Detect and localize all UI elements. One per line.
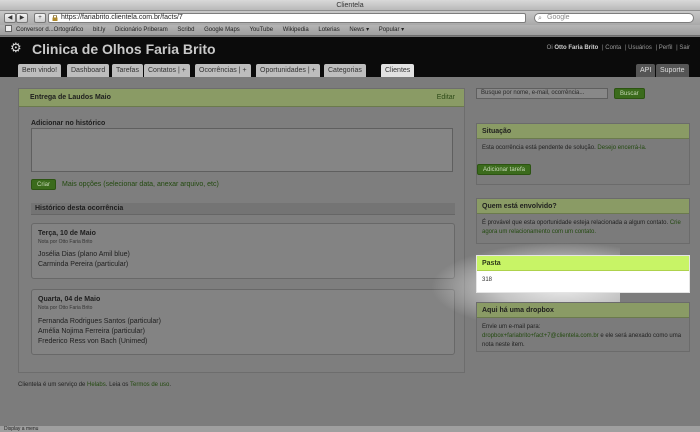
browser-search-placeholder: Google [547,14,570,21]
involved-title: Quem está envolvido? [477,199,689,214]
sidebar-search-placeholder: Busque por nome, e-mail, ocorrência... [481,90,585,96]
edit-link[interactable]: Editar [437,94,455,101]
involved-body: É provável que esta oportunidade esteja … [477,214,689,242]
involved-box: Quem está envolvido? É provável que esta… [476,198,690,244]
browser-search-input[interactable]: ⌕ Google [534,13,694,23]
footer-text: . Leia os [105,382,129,388]
dropbox-body: Envie um e-mail para: dropbox+fariabrito… [477,318,689,355]
bookmark-item[interactable]: Wikipedia [283,25,309,35]
logout-link[interactable]: | Sair [676,45,690,51]
dropbox-email-link[interactable]: dropbox+fariabrito+fact+7@clientela.com.… [482,333,599,339]
bookmark-item[interactable]: Conversor d...Ortográfico [16,25,83,35]
tab-tasks[interactable]: Tarefas [112,64,143,77]
bookmark-item[interactable]: News ▾ [349,25,369,35]
more-options-link[interactable]: Mais opções (selecionar data, anexar arq… [62,181,219,188]
situation-text: Esta ocorrência está pendente de solução… [482,145,596,151]
window-title-bar: Clientela [0,0,700,11]
back-button[interactable]: ◀ [4,13,16,23]
add-bookmark-button[interactable]: + [34,13,46,23]
add-history-label: Adicionar no histórico [31,120,106,127]
helabs-link[interactable]: Helabs [87,382,106,388]
history-entry: Terça, 10 de Maio Nota por Otto Faria Br… [31,223,455,279]
user-name-link[interactable]: Otto Faria Brito [554,45,598,51]
page-content: Entrega de Laudos Maio Editar Adicionar … [0,77,700,426]
search-icon: ⌕ [538,15,542,22]
greeting-prefix: Oi [546,45,553,51]
occurrence-header: Entrega de Laudos Maio Editar [19,89,464,107]
bookmark-item[interactable]: Loterias [318,25,339,35]
bookmark-item[interactable]: Scribd [177,25,194,35]
user-links: Oi Otto Faria Brito | Conta | Usuários |… [545,45,690,51]
app-title: Clinica de Olhos Faria Brito [32,41,216,57]
history-entry-line: Josélia Dias (plano Amil blue) [38,251,130,258]
occurrence-title: Entrega de Laudos Maio [30,94,111,101]
bookmarks-bar: Conversor d...Ortográfico bit.ly Dicioná… [0,25,700,36]
bookmark-item[interactable]: YouTube [249,25,273,35]
bookmark-item[interactable]: Popular ▾ [379,25,404,35]
history-entry-author: Nota por Otto Faria Brito [38,239,93,245]
tab-contacts[interactable]: Contatos | + [144,64,190,77]
history-textarea[interactable] [31,128,453,172]
bookmark-item[interactable]: bit.ly [93,25,105,35]
window-title: Clientela [336,2,364,9]
tab-dashboard[interactable]: Dashboard [67,64,110,77]
gear-icon: ⚙ [10,40,22,55]
app-header: ⚙ Clinica de Olhos Faria Brito Oi Otto F… [0,37,700,77]
create-button[interactable]: Criar [31,179,56,190]
tab-clients[interactable]: Clientes [381,64,415,77]
history-entry-line: Frederico Ress von Bach (Unimed) [38,338,148,345]
history-entry-line: Amélia Nojima Ferreira (particular) [38,328,145,335]
dropbox-text: Envie um e-mail para: [482,324,541,330]
folder-value: 318 [482,277,493,283]
close-occurrence-link[interactable]: Desejo encerrá-la. [597,145,646,151]
history-entry: Quarta, 04 de Maio Nota por Otto Faria B… [31,289,455,355]
history-entry-author: Nota por Otto Faria Brito [38,305,93,311]
folder-box: Pasta 318 [476,255,690,293]
occurrence-card: Entrega de Laudos Maio Editar Adicionar … [18,88,465,373]
add-task-button[interactable]: Adicionar tarefa [477,164,532,175]
footer-text: Clientela é um serviço de [18,382,86,388]
tab-welcome[interactable]: Bem vindo! [18,64,62,77]
bookmark-item[interactable]: Dicionário Priberam [115,25,168,35]
footer-note: Clientela é um serviço de Helabs. Leia o… [18,382,171,388]
lock-icon [52,15,58,21]
tab-categories[interactable]: Categorias [324,64,366,77]
bookmark-page-icon [5,25,12,32]
tab-opportunities[interactable]: Oportunidades | + [256,64,320,77]
situation-box: Situação Esta ocorrência está pendente d… [476,123,690,185]
address-bar[interactable]: https://fariabrito.clientela.com.br/fact… [48,13,526,23]
tab-occurrences[interactable]: Ocorrências | + [195,64,251,77]
folder-title: Pasta [477,256,689,271]
browser-toolbar: ◀ ▶ + https://fariabrito.clientela.com.b… [0,11,700,25]
history-heading: Histórico desta ocorrência [31,203,455,215]
history-entry-date: Terça, 10 de Maio [38,230,96,237]
history-entry-date: Quarta, 04 de Maio [38,296,101,303]
url-text: https://fariabrito.clientela.com.br/fact… [61,14,183,21]
bookmark-item[interactable]: Google Maps [204,25,240,35]
footer-text: . [169,382,172,388]
tab-support[interactable]: Suporte [656,64,689,77]
forward-button[interactable]: ▶ [16,13,28,23]
profile-link[interactable]: | Perfil [656,45,673,51]
status-bar: Display a menu [0,426,700,432]
situation-title: Situação [477,124,689,139]
history-entry-line: Fernanda Rodrigues Santos (particular) [38,318,161,325]
users-link[interactable]: | Usuários [625,45,652,51]
history-entry-line: Carminda Pereira (particular) [38,261,129,268]
situation-body: Esta ocorrência está pendente de solução… [477,139,689,158]
tab-api[interactable]: API [636,64,656,77]
dropbox-title: Aqui há uma dropbox [477,303,689,318]
involved-text: É provável que esta oportunidade esteja … [482,220,669,226]
sidebar-search-input[interactable]: Busque por nome, e-mail, ocorrência... [476,88,608,99]
dropbox-box: Aqui há uma dropbox Envie um e-mail para… [476,302,690,352]
account-link[interactable]: | Conta [602,45,621,51]
terms-link[interactable]: Termos de uso [130,382,169,388]
search-button[interactable]: Buscar [614,88,645,99]
